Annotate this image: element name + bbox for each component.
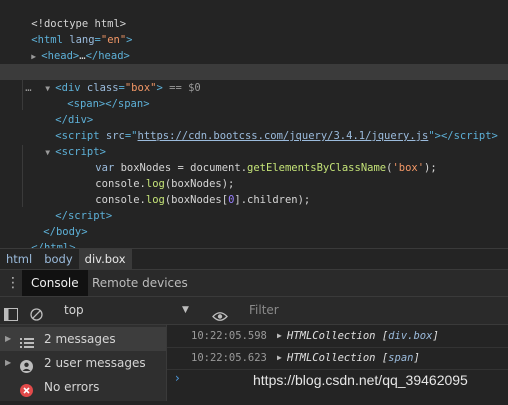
doctype-node[interactable]: <!doctype html> [0, 0, 508, 30]
html-close-node[interactable]: </html> [0, 224, 508, 254]
list-icon [20, 333, 34, 348]
message-object[interactable]: HTMLCollection [span] [287, 347, 420, 369]
code-line: console.log(boxNodes[0].children); [0, 176, 508, 206]
breadcrumb-body[interactable]: body [38, 249, 78, 269]
console-prompt-icon[interactable]: › [175, 371, 180, 385]
more-vertical-icon[interactable]: ⋮ [6, 270, 20, 296]
filter-input[interactable] [245, 301, 508, 319]
sidebar-item-label: 2 messages [44, 332, 116, 346]
div-box-node[interactable]: … ▼ <div class="box"> == $0 [0, 64, 508, 94]
object-bracket: [ [375, 330, 389, 342]
expand-triangle-icon[interactable]: ▶ [5, 327, 11, 351]
head-node[interactable]: ▶ <head>…</head> [0, 32, 508, 62]
code-line: var boxNodes = document.getElementsByCla… [0, 144, 508, 174]
context-selector[interactable]: top [64, 297, 84, 324]
sidebar-item-label: No errors [44, 380, 100, 394]
message-timestamp: 10:22:05.623 [191, 352, 267, 364]
object-type: HTMLCollection [287, 352, 376, 364]
html-node[interactable]: <html lang="en"> [0, 16, 508, 46]
sidebar-item-label: 2 user messages [44, 356, 146, 370]
message-timestamp: 10:22:05.598 [191, 330, 267, 342]
console-sidebar: ▶ 2 messages ▶ 2 user messages No errors [0, 325, 167, 401]
console-toolbar: top ▼ [0, 297, 508, 325]
breadcrumb-html[interactable]: html [0, 249, 38, 269]
console-message[interactable]: 10:22:05.623 ▶ HTMLCollection [span] [167, 347, 508, 370]
sidebar-item-errors[interactable]: No errors [0, 375, 166, 399]
object-detail: span [388, 352, 414, 364]
sidebar-item-user-messages[interactable]: ▶ 2 user messages [0, 351, 166, 375]
console-message[interactable]: 10:22:05.598 ▶ HTMLCollection [div.box] [167, 325, 508, 348]
object-type: HTMLCollection [287, 330, 376, 342]
inline-script-node[interactable]: ▼ <script> [0, 128, 508, 158]
error-icon [20, 381, 34, 397]
object-bracket: [ [375, 352, 389, 364]
object-bracket: ] [432, 330, 439, 342]
watermark-text: https://blog.csdn.net/qq_39462095 [253, 372, 468, 388]
body-node[interactable]: ▼<body> [0, 48, 508, 78]
tab-console[interactable]: Console [22, 270, 88, 296]
user-icon [20, 357, 34, 373]
span-node[interactable]: <span></span> [0, 80, 508, 110]
object-bracket: ] [413, 352, 420, 364]
div-close-node[interactable]: </div> [0, 96, 508, 126]
expand-triangle-icon[interactable]: ▶ [277, 347, 282, 369]
expand-triangle-icon[interactable]: ▶ [277, 325, 282, 347]
breadcrumb-div-box[interactable]: div.box [78, 249, 132, 269]
script-src-node[interactable]: <script src="https://cdn.bootcss.com/jqu… [0, 112, 508, 142]
sidebar-item-messages[interactable]: ▶ 2 messages [0, 327, 166, 351]
tab-remote-devices[interactable]: Remote devices [83, 270, 197, 296]
message-object[interactable]: HTMLCollection [div.box] [287, 325, 439, 347]
expand-triangle-icon[interactable]: ▶ [5, 351, 11, 375]
console-messages: 10:22:05.598 ▶ HTMLCollection [div.box] … [167, 325, 508, 401]
body-close-node[interactable]: </body> [0, 208, 508, 238]
breadcrumb: html body div.box [0, 248, 508, 270]
script-close-node[interactable]: </script> [0, 192, 508, 222]
object-detail: div.box [388, 330, 433, 342]
drawer-tabbar: ⋮ Console Remote devices [0, 270, 508, 297]
dropdown-arrow-icon[interactable]: ▼ [182, 297, 189, 324]
code-line: console.log(boxNodes); [0, 160, 508, 190]
elements-panel: <!doctype html> <html lang="en"> ▶ <head>… [0, 0, 508, 254]
